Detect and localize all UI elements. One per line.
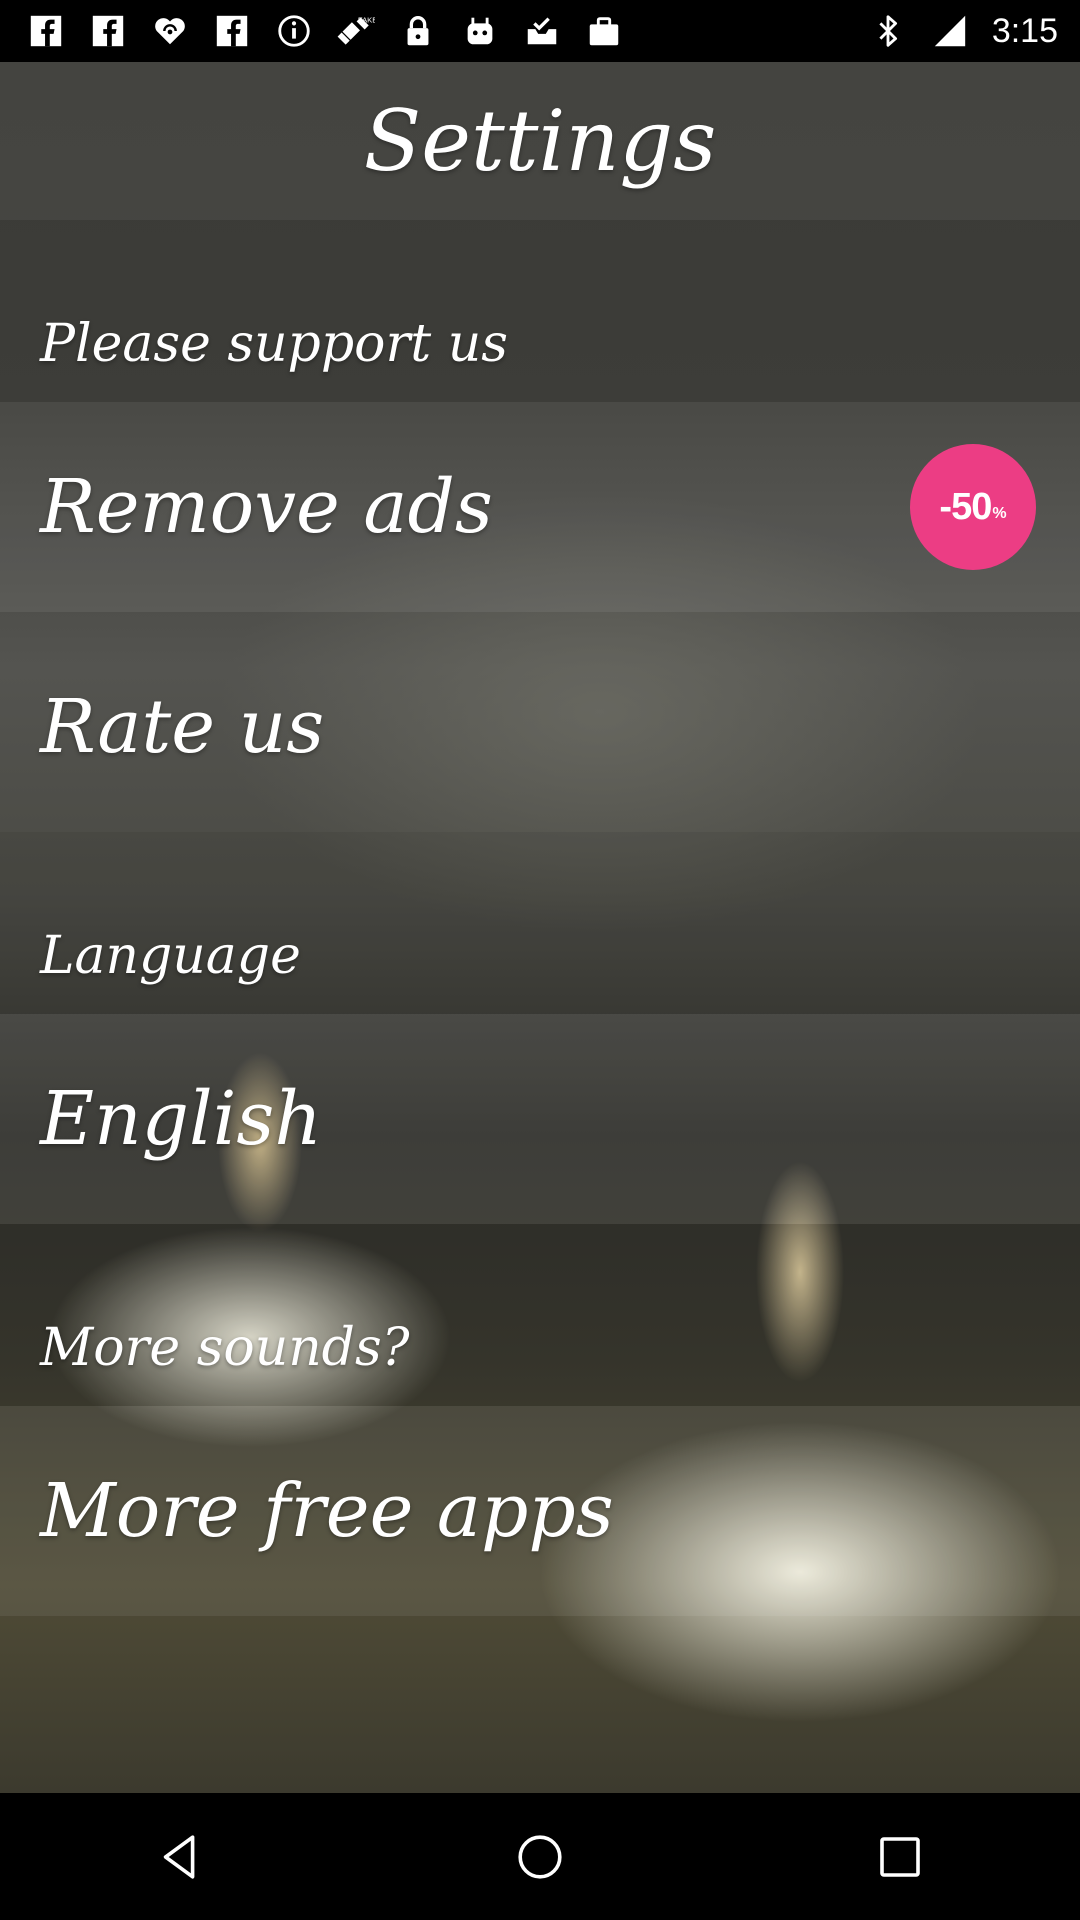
checkbox-tray-icon [522, 11, 562, 51]
discount-badge: -50 % [910, 444, 1036, 570]
sounds-header-label: More sounds? [40, 1318, 410, 1378]
bluetooth-icon [868, 11, 908, 51]
discount-unit: % [992, 505, 1007, 522]
section-header-support: Please support us [0, 220, 1080, 402]
rate-us-item[interactable]: Rate us [0, 622, 1080, 832]
back-button[interactable] [135, 1812, 225, 1902]
recents-icon [880, 1836, 920, 1877]
briefcase-icon [584, 11, 624, 51]
facebook-icon [88, 11, 128, 51]
status-right-icons: 3:15 [868, 11, 1080, 51]
language-header-label: Language [40, 926, 301, 986]
home-icon [518, 1834, 562, 1879]
remove-ads-label: Remove ads [40, 464, 493, 550]
recents-button[interactable] [855, 1812, 945, 1902]
android-icon [460, 11, 500, 51]
back-icon [163, 1834, 195, 1879]
section-header-language: Language [0, 832, 1080, 1014]
more-free-apps-item[interactable]: More free apps [0, 1406, 1080, 1616]
discount-value: -50 [939, 485, 992, 528]
screen: FAKE 3:15 Settings [0, 0, 1080, 1920]
iheartradio-icon [150, 11, 190, 51]
signal-icon [930, 11, 970, 51]
info-icon [274, 11, 314, 51]
navigation-bar [0, 1793, 1080, 1920]
remove-ads-item[interactable]: Remove ads -50 % [0, 402, 1080, 612]
status-bar: FAKE 3:15 [0, 0, 1080, 62]
status-left-icons: FAKE [0, 11, 624, 51]
rate-us-label: Rate us [40, 684, 325, 770]
clock: 3:15 [991, 11, 1058, 50]
language-item[interactable]: English [0, 1014, 1080, 1224]
page-title: Settings [0, 62, 1080, 220]
lock-icon [398, 11, 438, 51]
svg-text:FAKE: FAKE [358, 15, 375, 24]
support-header-label: Please support us [40, 314, 508, 374]
settings-screen: Settings Please support us Remove ads -5… [0, 62, 1080, 1793]
fake-gps-icon: FAKE [336, 11, 376, 51]
language-value-label: English [40, 1076, 323, 1162]
facebook-icon [26, 11, 66, 51]
section-header-sounds: More sounds? [0, 1224, 1080, 1406]
more-free-apps-label: More free apps [40, 1468, 614, 1554]
facebook-icon [212, 11, 252, 51]
home-button[interactable] [495, 1812, 585, 1902]
